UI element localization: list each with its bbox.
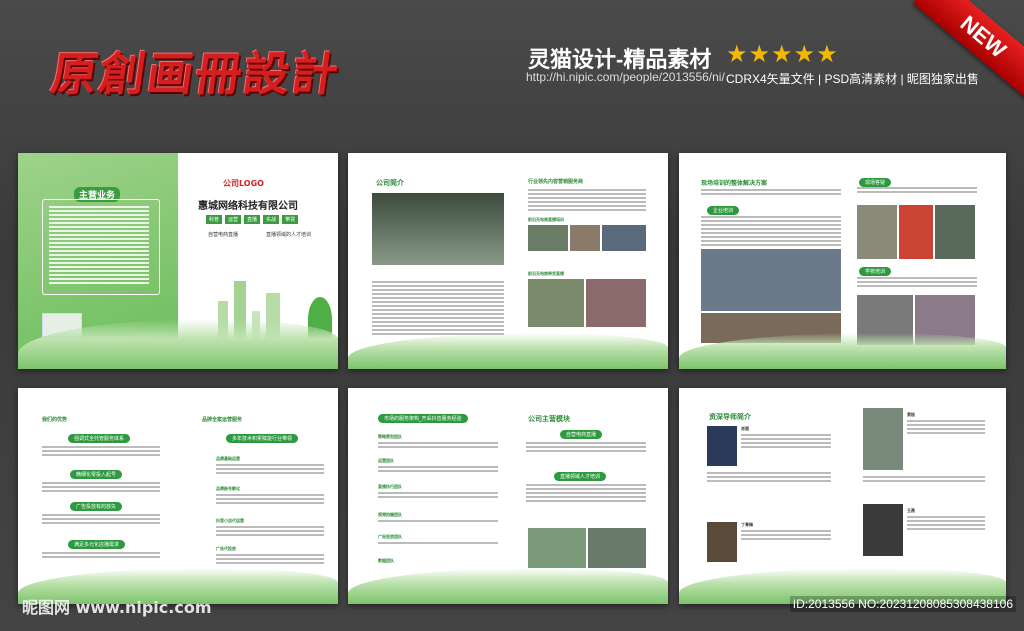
brand-item: 抖音小店代运营 (216, 518, 244, 523)
page-mentor-spread: 资深导师简介 肖丽 丁青梅 黄桂 王燕 (679, 388, 1006, 604)
brand-service-title: 品牌全案运营服务 (202, 417, 243, 423)
brand-headline: 多年技术积累赋能行业带领 (226, 434, 299, 443)
nipic-watermark: 昵图网 www.nipic.com (22, 598, 212, 617)
mentor-photo-1 (707, 426, 737, 466)
cover-bullet: 直播领域的人才培训 (266, 232, 312, 238)
advantage-item: 满足多元化店播需求 (68, 540, 126, 549)
school-training-pill: 学校培训 (859, 267, 892, 276)
company-logo-text: 公司LOGO (223, 179, 264, 188)
live-photo-2 (586, 279, 646, 327)
banner: 原創画冊設計 灵猫设计-精品素材 http://hi.nipic.com/peo… (0, 0, 1024, 140)
training-solution-title: 现场培训的整体解决方案 (701, 180, 768, 187)
mentor-name: 王燕 (907, 508, 915, 513)
live-subtitle: 前沿无电商带货直播 (528, 271, 564, 276)
team-item: 直播执行团队 (378, 484, 402, 489)
qa-pill: 现场答疑 (859, 178, 892, 187)
page-intro-spread: 公司简介 行业领先内容营销服务商 前沿无电商直播培训 前沿无电商带货直播 (348, 153, 668, 369)
mentor-photo-4 (863, 504, 903, 556)
mentor-name: 肖丽 (741, 426, 749, 431)
training-subtitle: 前沿无电商直播培训 (528, 217, 564, 222)
mentor-name: 黄桂 (907, 412, 915, 417)
brand-item: 品牌基础运营 (216, 456, 240, 461)
page-advantage-spread: 我们的优势 强调式全托管服务体系 精细化零投入起号 广告投放有的放矢 满足多元化… (18, 388, 338, 604)
brand-url[interactable]: http://hi.nipic.com/people/2013556/ni/ (526, 70, 725, 84)
company-name: 惠城网络科技有限公司 (198, 201, 298, 212)
classroom-photo-1 (701, 249, 841, 311)
team-item: 广告投放团队 (378, 534, 402, 539)
training-photo-2 (570, 225, 600, 251)
intro-title: 公司简介 (376, 179, 404, 187)
mentor-photo-3 (863, 408, 903, 470)
team-item: 数据团队 (378, 558, 394, 563)
cover-tags: 科普 运营 直播 实战 带货 (206, 215, 299, 224)
tag-item: 实战 (263, 215, 280, 224)
main-title: 原創画冊設計 (47, 47, 344, 101)
main-module-title: 公司主营模块 (528, 415, 570, 423)
rating-stars: ★★★★★ (726, 40, 839, 68)
business-list-box (42, 199, 160, 295)
live-photo-1 (528, 279, 584, 327)
tag-item: 直播 (244, 215, 261, 224)
brand-item: 广告代投放 (216, 546, 236, 551)
page-training-spread: 现场培训的整体解决方案 企业培训 现场答疑 学校培训 (679, 153, 1006, 369)
tag-item: 运营 (225, 215, 242, 224)
module-item: 直播领域人才培训 (554, 472, 607, 481)
mentor-photo-2 (707, 522, 737, 562)
module-item: 自营电商直播 (560, 430, 603, 439)
tag-item: 带货 (282, 215, 299, 224)
structure-title: 市场的服务架构_开采抖音服务经验 (378, 414, 468, 423)
advantage-item: 精细化零投入起号 (70, 470, 123, 479)
image-id-text: ID:2013556 NO:20231208085308438106 (789, 596, 1016, 612)
page-cover: 主营业务 惠州惠城网络科技有限公司 公司LOGO 惠城网络科技有限公司 科普 运… (18, 153, 338, 369)
feature-text: CDRX4矢量文件 | PSD高清素材 | 昵图独家出售 (726, 72, 979, 86)
cover-bullet: 自营电商直播 (208, 232, 239, 238)
training-photo-3 (602, 225, 646, 251)
advantage-item: 广告投放有的放矢 (70, 502, 123, 511)
team-item: 策略策划团队 (378, 434, 402, 439)
training-photo-1 (528, 225, 568, 251)
advantage-title: 我们的优势 (42, 417, 68, 423)
team-item: 视频拍摄团队 (378, 512, 402, 517)
team-item: 运营团队 (378, 458, 394, 463)
office-photo (372, 193, 504, 265)
mentor-title: 资深导师简介 (709, 413, 751, 421)
enterprise-training-pill: 企业培训 (707, 206, 740, 215)
studio-photo-1 (528, 528, 586, 568)
mentor-name: 丁青梅 (741, 522, 753, 527)
qa-photo-2 (899, 205, 933, 259)
service-title: 行业领先内容营销服务商 (528, 179, 584, 185)
qa-photo-1 (857, 205, 897, 259)
page-structure-spread: 市场的服务架构_开采抖音服务经验 策略策划团队 运营团队 直播执行团队 视频拍摄… (348, 388, 668, 604)
studio-photo-2 (588, 528, 646, 568)
brand-item: 品牌账号孵化 (216, 486, 240, 491)
tag-item: 科普 (206, 215, 223, 224)
advantage-item: 强调式全托管服务体系 (68, 434, 131, 443)
qa-photo-3 (935, 205, 975, 259)
